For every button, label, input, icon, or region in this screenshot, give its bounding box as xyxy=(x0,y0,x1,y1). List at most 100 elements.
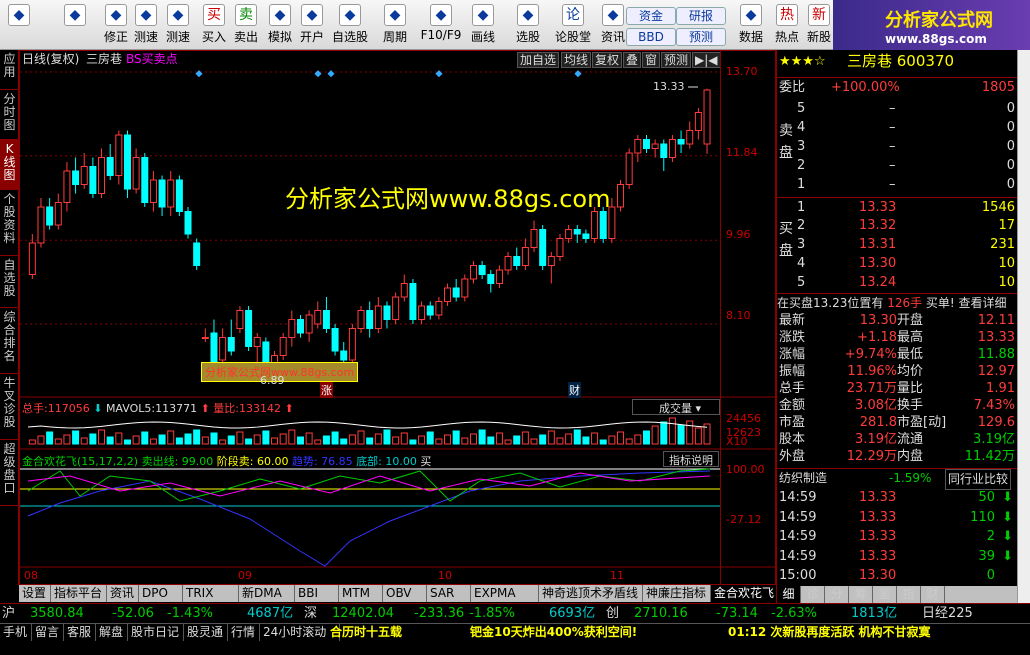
toolbar-hot-button[interactable]: 热热点 xyxy=(771,2,803,48)
indicator-tab[interactable]: TRIX xyxy=(183,585,239,602)
status-link[interactable]: 股灵通 xyxy=(184,624,228,641)
toolbar-star-button[interactable]: ◆ 自选股 xyxy=(330,2,370,48)
tab-kline[interactable]: K线图 xyxy=(0,140,19,190)
back-arrow-icon: ◆ xyxy=(64,4,86,26)
indicator-tab[interactable]: 神廉庄指标 xyxy=(643,585,711,602)
level-price: – xyxy=(889,158,896,173)
candle-body xyxy=(651,143,659,149)
volume-bar xyxy=(418,435,426,445)
index-amount: 4687亿 xyxy=(247,606,294,621)
volume-bar xyxy=(608,435,616,445)
indicator-help-button[interactable]: 指标说明 xyxy=(663,451,719,467)
indicator-tab[interactable]: DPO xyxy=(139,585,183,602)
tab-apps[interactable]: 应用 xyxy=(0,50,19,90)
status-link[interactable]: 手机 xyxy=(0,624,32,641)
indicator-tab[interactable]: 新DMA xyxy=(239,585,295,602)
volume-bar xyxy=(288,429,296,445)
news-item[interactable]: 钯金10天炸出400%获利空间! xyxy=(470,624,637,641)
big-order-notice[interactable]: 在买盘13.23位置有 126手 买单! 查看详细 xyxy=(777,293,1017,312)
indicator-tick: -27.12 xyxy=(726,513,762,526)
candle-body xyxy=(478,265,486,275)
chart-area[interactable]: 日线(复权) 三房巷 BS买卖点 加自选 均线 复权 叠 窗 预测 ▶|◀ 分析… xyxy=(19,50,777,586)
toolbar-pen-button[interactable]: ◆ 画线 xyxy=(465,2,501,48)
status-link[interactable]: 解盘 xyxy=(96,624,128,641)
indicator-tab[interactable]: OBV xyxy=(383,585,427,602)
fund-button[interactable]: 资金 xyxy=(626,7,676,25)
quote-tab[interactable]: 财 xyxy=(921,586,945,603)
bbd-button[interactable]: BBD xyxy=(626,28,676,46)
status-link[interactable]: 行情 xyxy=(228,624,260,641)
industry-row[interactable]: 纺织制造 -1.59% 同行业比较 xyxy=(777,468,1017,490)
toolbar-app-grid-button[interactable]: ◆ xyxy=(4,2,34,48)
toolbar-news-button[interactable]: ◆ 资讯 xyxy=(597,2,629,48)
toolbar-dial-button[interactable]: ◆ 测速 xyxy=(130,2,162,48)
forecast-button[interactable]: 预测 xyxy=(676,28,726,46)
volume-bar xyxy=(149,438,157,445)
indicator-tab[interactable]: 资讯 xyxy=(107,585,139,602)
indicator-tab[interactable]: 金合欢花飞 xyxy=(711,585,779,602)
toolbar-label: 数据 xyxy=(738,30,763,44)
toolbar-buy-button[interactable]: 买买入 xyxy=(198,2,230,48)
tab-level2[interactable]: 超级盘口 xyxy=(0,440,19,506)
quote-tab[interactable]: 细 xyxy=(777,586,801,603)
status-link[interactable]: 客服 xyxy=(64,624,96,641)
indicator-tabs: 设置 指标平台 资讯 DPO TRIX 新DMA BBI MTM OBV SAR EXPMA 神奇逃顶… xyxy=(19,585,779,602)
price-tick: 11.84 xyxy=(726,146,758,159)
indicator-tab[interactable]: SAR xyxy=(427,585,471,602)
price-tick: 8.10 xyxy=(726,309,751,322)
status-link[interactable]: 股市日记 xyxy=(128,624,184,641)
volume-bar xyxy=(322,435,330,445)
status-link[interactable]: 24小时滚动 xyxy=(260,624,340,641)
indicator-tab[interactable]: 指标平台 xyxy=(51,585,107,602)
indicator-tab[interactable]: MTM xyxy=(339,585,383,602)
toolbar-up-down-button[interactable]: ◆ 修正 xyxy=(100,2,132,48)
tab-intraday[interactable]: 分时图 xyxy=(0,90,19,140)
buy-level-row: 2 13.32 17 xyxy=(777,216,1017,235)
tick-row: 14:59 13.33 39 ⬇ xyxy=(777,547,1017,566)
quote-tab[interactable]: 筹 xyxy=(849,586,873,603)
volume-bar xyxy=(478,429,486,445)
toolbar-sell-button[interactable]: 卖卖出 xyxy=(230,2,262,48)
tab-diagnosis[interactable]: 牛叉诊股 xyxy=(0,374,19,440)
toolbar-new-button[interactable]: 新新股 xyxy=(803,2,835,48)
toolbar-f10-button[interactable]: ◆ F10/F9 xyxy=(420,2,462,48)
quote-tab[interactable]: 指 xyxy=(897,586,921,603)
candle-body xyxy=(383,305,391,320)
toolbar-back-arrow-button[interactable]: ◆ xyxy=(60,2,90,48)
tab-profile[interactable]: 个股资料 xyxy=(0,190,19,256)
level-volume: 0 xyxy=(1006,120,1015,135)
candle-body xyxy=(556,238,564,257)
stat-label: 最低 xyxy=(897,347,924,362)
toolbar-lock-button[interactable]: ◆ 开户 xyxy=(296,2,328,48)
volume-bar xyxy=(158,434,166,445)
toolbar-hammer-button[interactable]: ◆ 模拟 xyxy=(264,2,296,48)
quote-tab[interactable]: 诊 xyxy=(801,586,825,603)
level-volume: 0 xyxy=(1006,177,1015,192)
index-value: 2710.16 xyxy=(634,606,688,621)
toolbar-chart-select-button[interactable]: ◆ 选股 xyxy=(512,2,544,48)
toolbar-data-button[interactable]: ◆ 数据 xyxy=(735,2,767,48)
tab-ranking[interactable]: 综合排名 xyxy=(0,308,19,374)
toolbar-forum-button[interactable]: 论论股堂 xyxy=(553,2,593,48)
indicator-tab[interactable]: 设置 xyxy=(19,585,51,602)
toolbar-period-button[interactable]: ◆ 周期 xyxy=(378,2,412,48)
news-item[interactable]: 01:12 次新股再度活跃 机构不甘寂寞 xyxy=(728,624,931,641)
quote-tab[interactable]: 分 xyxy=(825,586,849,603)
tab-watchlist[interactable]: 自选股 xyxy=(0,256,19,308)
status-link[interactable]: 留言 xyxy=(32,624,64,641)
tick-row: 14:59 13.33 110 ⬇ xyxy=(777,508,1017,527)
candle-body xyxy=(89,166,97,194)
volume-bar xyxy=(271,437,279,445)
toolbar-clock-button[interactable]: ◆ 测速 xyxy=(162,2,194,48)
research-button[interactable]: 研报 xyxy=(676,7,726,25)
quote-tab[interactable]: 鉴 xyxy=(873,586,897,603)
watermark-text: 分析家公式网www.88gs.com xyxy=(285,185,611,213)
level-price: 13.32 xyxy=(859,218,897,233)
volume-bar xyxy=(400,432,408,445)
quote-scrollbar[interactable] xyxy=(1017,50,1030,603)
indicator-tab[interactable]: BBI xyxy=(295,585,339,602)
news-item[interactable]: 合历时十五载 xyxy=(330,624,402,641)
indicator-tab[interactable]: EXPMA xyxy=(471,585,539,602)
volume-dropdown[interactable]: 成交量 ▾ xyxy=(632,399,720,415)
indicator-tab[interactable]: 神奇逃顶术矛盾线 xyxy=(539,585,643,602)
